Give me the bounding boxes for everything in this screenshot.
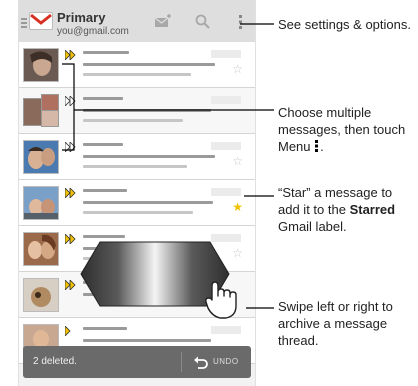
date-label: [211, 188, 241, 196]
sender-photo[interactable]: [23, 140, 59, 174]
sender-photo[interactable]: [23, 94, 59, 127]
message-row[interactable]: [19, 88, 255, 134]
sender-line: [83, 327, 127, 330]
sender-line: [83, 189, 127, 192]
sender-line: [83, 51, 129, 54]
callout-period: .: [320, 139, 324, 154]
action-bar: Primary you@gmail.com: [19, 0, 255, 43]
sender-line: [83, 235, 125, 238]
important-marker-icon[interactable]: [65, 280, 77, 290]
subject-line: [83, 201, 213, 204]
date-label: [211, 142, 241, 150]
snippet-line: [83, 211, 193, 214]
sender-photo[interactable]: [23, 278, 59, 312]
snippet-line: [83, 73, 191, 76]
message-row[interactable]: ☆: [19, 134, 255, 180]
undo-divider: [181, 352, 182, 372]
snippet-line: [83, 119, 183, 122]
date-label: [211, 96, 241, 104]
subject-line: [83, 109, 211, 112]
undo-message: 2 deleted.: [33, 356, 77, 367]
callout-star: “Star” a message to add it to the Starre…: [278, 184, 416, 235]
star-icon[interactable]: ★: [232, 200, 243, 214]
date-label: [211, 50, 241, 58]
important-marker-icon[interactable]: [65, 188, 77, 198]
subject-line: [83, 63, 215, 66]
callout-star-suffix: Gmail label.: [278, 219, 347, 234]
message-row[interactable]: ★: [19, 180, 255, 226]
callout-multi-select-text: Choose multiple messages, then touch Men…: [278, 105, 406, 154]
subject-line: [83, 339, 211, 342]
search-icon[interactable]: [193, 12, 213, 32]
callout-swipe: Swipe left or right to archive a message…: [278, 299, 393, 348]
mailbox-title: Primary: [57, 10, 106, 25]
star-icon[interactable]: ☆: [232, 154, 243, 168]
sender-line: [83, 143, 123, 146]
important-marker-icon[interactable]: [65, 142, 77, 152]
undo-label: UNDO: [213, 357, 239, 366]
callout-settings: See settings & options.: [278, 17, 411, 32]
message-row[interactable]: ☆: [19, 42, 255, 88]
sender-photo[interactable]: [23, 232, 59, 266]
undo-button[interactable]: UNDO: [191, 352, 247, 372]
date-label: [211, 326, 241, 334]
sender-photo[interactable]: [23, 186, 59, 220]
snippet-line: [83, 165, 187, 168]
undo-icon: [194, 356, 208, 369]
callout-multi-select: Choose multiple messages, then touch Men…: [278, 104, 416, 155]
star-icon[interactable]: ☆: [232, 246, 243, 260]
compose-icon[interactable]: [153, 12, 173, 32]
account-email: you@gmail.com: [57, 26, 129, 37]
star-icon[interactable]: ☆: [232, 62, 243, 76]
tutorial-figure: Primary you@gmail.com ☆ ☆ ★ ☆ 2 deleted.…: [0, 0, 418, 386]
important-marker-icon[interactable]: [65, 326, 77, 336]
sender-line: [83, 97, 123, 100]
gmail-logo: [29, 12, 53, 30]
important-marker-icon[interactable]: [65, 234, 77, 244]
important-marker-icon[interactable]: [65, 50, 77, 60]
menu-icon[interactable]: [21, 18, 27, 28]
undo-snackbar: 2 deleted. UNDO: [23, 346, 251, 378]
sender-photo[interactable]: [23, 48, 59, 82]
subject-line: [83, 155, 215, 158]
phone-screen: Primary you@gmail.com ☆ ☆ ★ ☆ 2 deleted.…: [18, 0, 256, 386]
overflow-menu-icon[interactable]: [231, 12, 251, 32]
important-marker-icon[interactable]: [65, 96, 77, 106]
swipe-hand-icon: [205, 281, 237, 319]
callout-starred-label: Starred: [349, 202, 396, 217]
